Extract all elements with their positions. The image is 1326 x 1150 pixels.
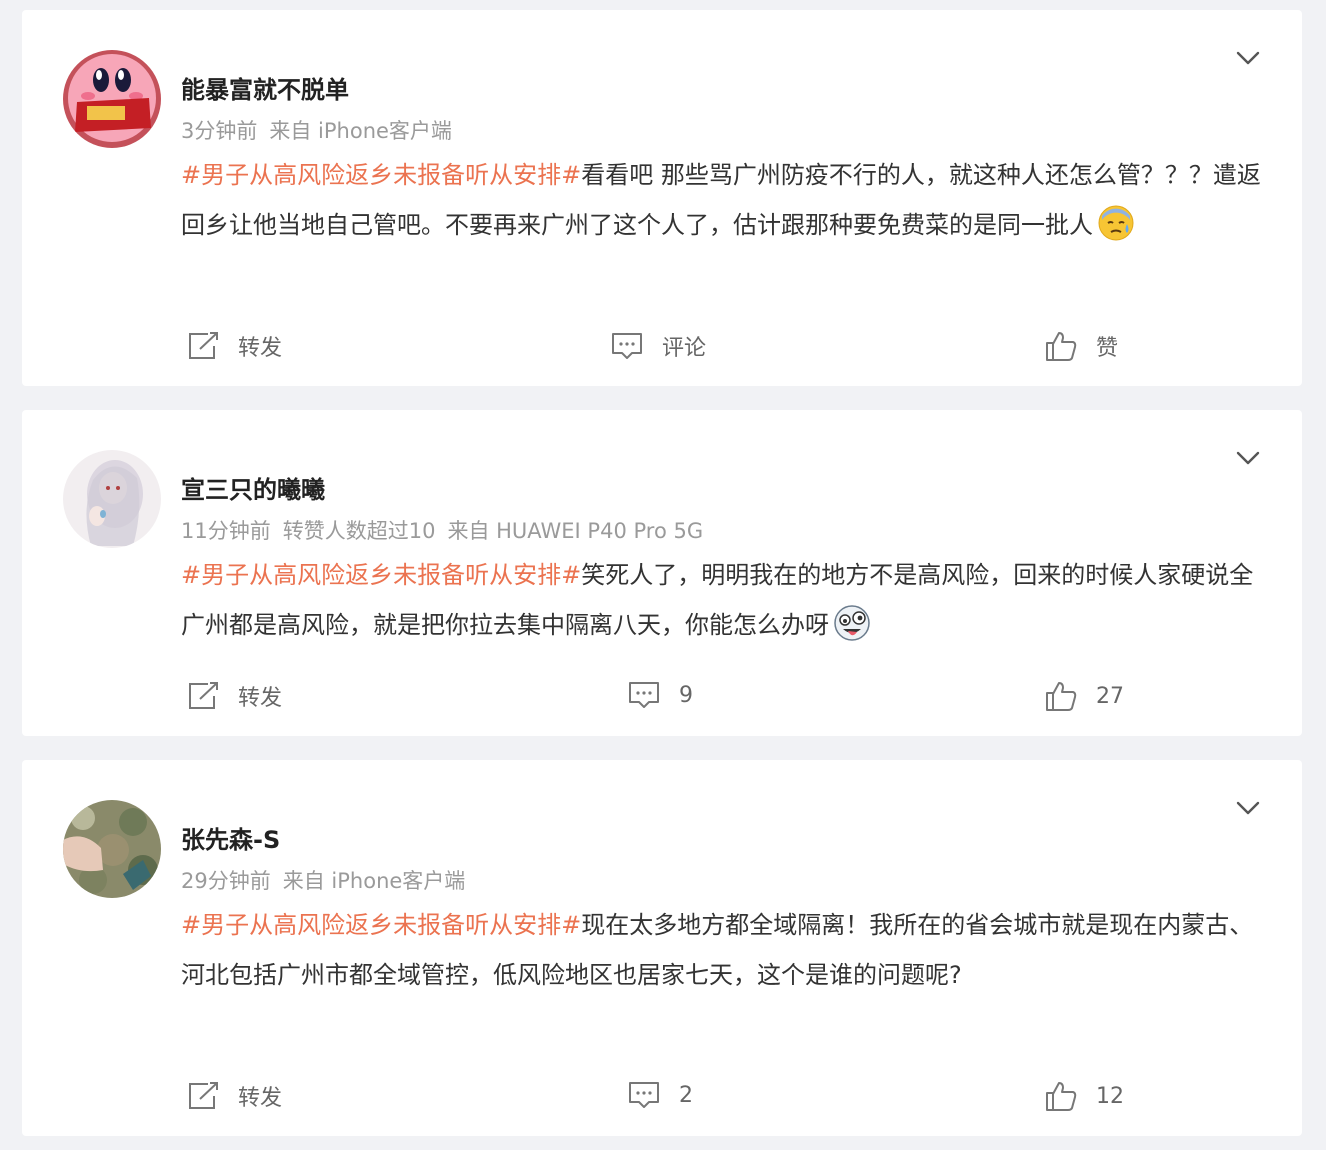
comment-button[interactable]: 2	[627, 1080, 693, 1110]
comment-text: #男子从高风险返乡未报备听从安排#笑死人了，明明我在的地方不是高风险，回来的时候…	[181, 550, 1261, 650]
comment-icon	[629, 1082, 659, 1108]
like-label: 赞	[1096, 336, 1119, 361]
repost-icon	[189, 332, 218, 359]
like-button[interactable]: 赞	[1044, 330, 1118, 362]
comment-button[interactable]: 9	[627, 680, 693, 710]
chevron-down-icon[interactable]	[1234, 446, 1262, 470]
comment-card: 暴富 能暴富就不脱单 3分钟前来自 iPhone客户端 #男子从高风险返乡未报备…	[22, 10, 1302, 386]
username[interactable]: 能暴富就不脱单	[181, 70, 349, 105]
repost-icon	[189, 682, 218, 709]
thumbs-up-icon	[1046, 682, 1077, 711]
thumbs-up-icon	[1046, 1082, 1077, 1111]
post-source: 来自 HUAWEI P40 Pro 5G	[447, 519, 704, 543]
hashtag-link[interactable]: #男子从高风险返乡未报备听从安排#	[181, 161, 581, 189]
comment-text: #男子从高风险返乡未报备听从安排#看看吧 那些骂广州防疫不行的人，就这种人还怎么…	[181, 150, 1261, 250]
username[interactable]: 张先森-S	[181, 820, 280, 855]
crazy-face-emoji	[833, 604, 871, 642]
repost-label: 转发	[238, 1086, 283, 1111]
post-time[interactable]: 11分钟前	[181, 519, 271, 543]
avatar[interactable]: 暴富	[63, 50, 161, 148]
like-button[interactable]: 12	[1044, 1080, 1124, 1112]
avatar[interactable]	[63, 450, 161, 548]
post-source: 来自 iPhone客户端	[269, 119, 452, 143]
post-time[interactable]: 3分钟前	[181, 119, 257, 143]
repost-button[interactable]: 转发	[186, 330, 282, 362]
comment-button[interactable]: 评论	[610, 330, 706, 362]
hashtag-link[interactable]: #男子从高风险返乡未报备听从安排#	[181, 561, 581, 589]
repost-icon	[189, 1082, 218, 1109]
like-button[interactable]: 27	[1044, 680, 1124, 712]
post-source: 来自 iPhone客户端	[282, 869, 466, 893]
comment-icon	[629, 682, 659, 708]
comment-text: #男子从高风险返乡未报备听从安排#现在太多地方都全域隔离！我所在的省会城市就是现…	[181, 900, 1261, 1000]
repost-label: 转发	[238, 686, 283, 711]
post-meta: 29分钟前 来自 iPhone客户端	[181, 865, 477, 895]
repost-button[interactable]: 转发	[186, 680, 282, 712]
post-meta: 3分钟前 来自 iPhone客户端	[181, 115, 464, 145]
comment-icon	[612, 333, 642, 359]
like-count: 12	[1096, 1083, 1124, 1109]
like-count: 27	[1096, 683, 1124, 709]
comment-card: 宣三只的曦曦 11分钟前 转赞人数超过10 来自 HUAWEI P40 Pro 5G…	[22, 410, 1302, 736]
repost-label: 转发	[238, 336, 283, 361]
chevron-down-icon[interactable]	[1234, 796, 1262, 820]
cold-sweat-emoji	[1097, 204, 1135, 242]
post-meta: 11分钟前 转赞人数超过10 来自 HUAWEI P40 Pro 5G	[181, 515, 715, 545]
comment-count: 9	[679, 682, 693, 708]
comment-count: 2	[679, 1082, 693, 1108]
hashtag-link[interactable]: #男子从高风险返乡未报备听从安排#	[181, 911, 581, 939]
post-time[interactable]: 29分钟前	[181, 869, 271, 893]
repost-button[interactable]: 转发	[186, 1080, 282, 1112]
comment-label: 评论	[662, 336, 707, 361]
comment-card: 张先森-S 29分钟前 来自 iPhone客户端 #男子从高风险返乡未报备听从安排…	[22, 760, 1302, 1136]
username[interactable]: 宣三只的曦曦	[181, 470, 325, 505]
chevron-down-icon[interactable]	[1234, 46, 1262, 70]
post-extra: 转赞人数超过10	[282, 519, 436, 543]
avatar[interactable]	[63, 800, 161, 898]
thumbs-up-icon	[1046, 332, 1077, 361]
